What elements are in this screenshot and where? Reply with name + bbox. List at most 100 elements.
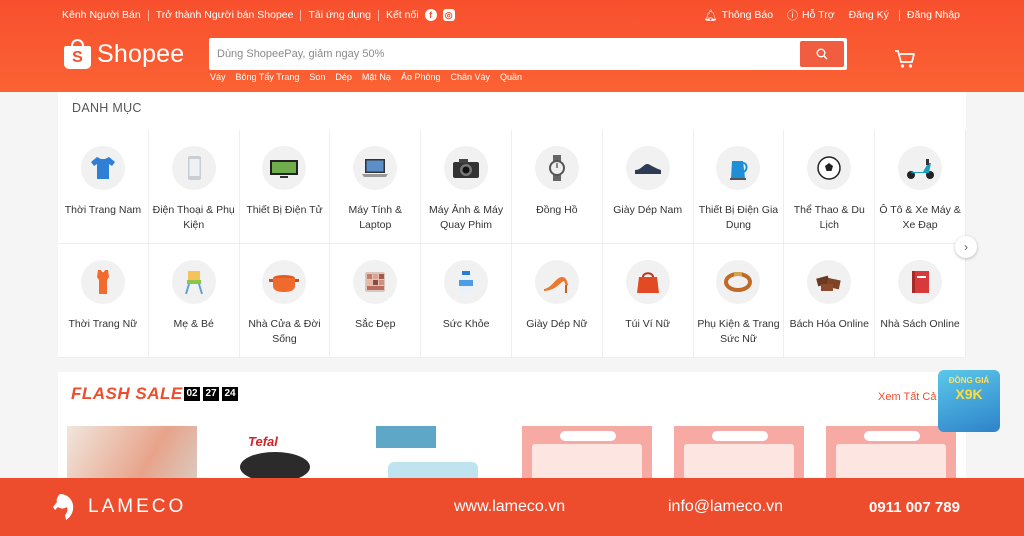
- category-item[interactable]: Giày Dép Nữ: [511, 244, 603, 358]
- help-link[interactable]: ⓘ Hỗ Trợ: [787, 7, 835, 23]
- categories-grid: Thời Trang Nam Điện Thoại & Phụ Kiện Thiết…: [58, 130, 966, 358]
- suggestion-link[interactable]: Váy: [210, 72, 226, 82]
- category-label: Túi Ví Nữ: [625, 318, 671, 330]
- heel-icon: [534, 260, 579, 304]
- lameco-banner: LAMECO www.lameco.vn info@lameco.vn 0911…: [0, 478, 1024, 536]
- see-all-label: Xem Tất Cả: [878, 391, 937, 403]
- notifications-label: Thông Báo: [721, 9, 774, 21]
- help-label: Hỗ Trợ: [802, 9, 835, 21]
- search-input[interactable]: [217, 38, 797, 70]
- pot-icon: [262, 260, 307, 304]
- category-item[interactable]: Nhà Cửa & Đời Sống: [239, 244, 331, 358]
- category-label: Đồng Hồ: [536, 204, 578, 216]
- category-item[interactable]: Sắc Đẹp: [330, 244, 422, 358]
- category-item[interactable]: Thiết Bị Điện Tử: [239, 130, 331, 244]
- kettle-icon: [716, 146, 761, 190]
- category-item[interactable]: Máy Ảnh & Máy Quay Phim: [421, 130, 512, 244]
- laptop-icon: [353, 146, 398, 190]
- flash-product-card[interactable]: [370, 426, 500, 482]
- category-item[interactable]: Điện Thoại & Phụ Kiện: [148, 130, 240, 244]
- mens-shoe-icon: [625, 146, 670, 190]
- bracelet-icon: [716, 260, 761, 304]
- seller-channel-link[interactable]: Kênh Người Bán: [62, 9, 141, 21]
- promo-badge[interactable]: ĐỒNG GIÁ X9K: [938, 370, 1000, 432]
- horse-logo-icon: [53, 494, 74, 520]
- suggestion-link[interactable]: Quần: [500, 72, 522, 82]
- tank-top-icon: [80, 260, 125, 304]
- suggestion-link[interactable]: Chân Váy: [450, 72, 490, 82]
- instagram-icon[interactable]: ◎: [442, 9, 455, 21]
- category-item[interactable]: Thể Thao & Du Lịch: [784, 130, 876, 244]
- see-all-link[interactable]: Xem Tất Cả ›: [878, 391, 943, 403]
- cart-icon[interactable]: [894, 49, 916, 69]
- suggestion-link[interactable]: Bông Tẩy Trang: [236, 72, 300, 82]
- facebook-icon[interactable]: f: [424, 9, 437, 21]
- category-label: Thời Trang Nữ: [68, 318, 138, 330]
- search-suggestions: Váy Bông Tẩy Trang Son Dép Mặt Nạ Áo Phô…: [210, 72, 532, 82]
- email-text: info@lameco.vn: [668, 498, 783, 515]
- next-arrow-button[interactable]: ›: [955, 236, 977, 258]
- shopee-header: Kênh Người Bán Trở thành Người bán Shope…: [0, 0, 1024, 92]
- suggestion-link[interactable]: Áo Phông: [401, 72, 441, 82]
- countdown-timer: 02 27 24: [184, 387, 241, 401]
- category-item[interactable]: Giày Dép Nam: [602, 130, 694, 244]
- flash-sale-section: FLASH SALE 02 27 24 Xem Tất Cả › Tefal: [58, 372, 966, 482]
- promo-badge-line2: X9K: [955, 386, 983, 402]
- eyeshadow-palette-icon: [353, 260, 398, 304]
- download-app-link[interactable]: Tải ứng dụng: [308, 9, 371, 21]
- timer-minutes: 27: [203, 387, 219, 401]
- category-label: Nhà Sách Online: [880, 318, 960, 330]
- camera-icon: [444, 146, 489, 190]
- notifications-link[interactable]: 🔔︎ Thông Báo: [704, 9, 773, 22]
- product-image: [836, 444, 946, 482]
- suggestion-link[interactable]: Dép: [335, 72, 352, 82]
- category-item[interactable]: Nhà Sách Online: [875, 244, 966, 358]
- category-item[interactable]: Thời Trang Nữ: [58, 244, 149, 358]
- book-icon: [898, 260, 943, 304]
- category-item[interactable]: Đồng Hồ: [511, 130, 603, 244]
- shopping-bag-icon: S: [64, 39, 91, 69]
- logo-text: Shopee: [97, 39, 185, 68]
- search-button[interactable]: [800, 41, 844, 67]
- flash-product-card[interactable]: [674, 426, 804, 482]
- register-link[interactable]: Đăng Ký: [849, 9, 889, 21]
- category-item[interactable]: Mẹ & Bé: [148, 244, 240, 358]
- divider: [377, 9, 379, 21]
- category-item[interactable]: Bách Hóa Online: [784, 244, 876, 358]
- become-seller-link[interactable]: Trở thành Người bán Shopee: [156, 9, 294, 21]
- tefal-brand-text: Tefal: [248, 434, 278, 449]
- timer-hours: 02: [184, 387, 200, 401]
- flash-product-card[interactable]: Tefal: [220, 426, 350, 482]
- category-item[interactable]: Máy Tính & Laptop: [330, 130, 422, 244]
- category-item[interactable]: Thiết Bị Điện Gia Dụng: [693, 130, 785, 244]
- chocolate-icon: [807, 260, 852, 304]
- divider: [898, 9, 900, 21]
- website-text: www.lameco.vn: [454, 498, 566, 515]
- flash-product-card[interactable]: [522, 426, 652, 482]
- category-label: Ô Tô & Xe Máy & Xe Đạp: [879, 204, 961, 231]
- phone-text: 0911 007 789: [869, 499, 960, 516]
- category-item[interactable]: Ô Tô & Xe Máy & Xe Đạp: [875, 130, 966, 244]
- category-item[interactable]: Túi Ví Nữ: [602, 244, 694, 358]
- login-link[interactable]: Đăng Nhập: [907, 9, 960, 21]
- suggestion-link[interactable]: Son: [309, 72, 325, 82]
- category-label: Thể Thao & Du Lịch: [793, 204, 865, 231]
- category-label: Phụ Kiện & Trang Sức Nữ: [697, 318, 780, 345]
- category-label: Bách Hóa Online: [789, 318, 869, 330]
- category-item[interactable]: Phụ Kiện & Trang Sức Nữ: [693, 244, 785, 358]
- category-label: Thiết Bị Điện Gia Dụng: [698, 204, 779, 231]
- category-item[interactable]: Sức Khỏe: [421, 244, 512, 358]
- connect-label: Kết nối: [385, 9, 419, 21]
- shopee-logo[interactable]: S Shopee: [64, 39, 184, 69]
- flash-product-card[interactable]: [67, 426, 197, 482]
- flash-product-card[interactable]: [826, 426, 956, 482]
- phone-icon: [171, 146, 216, 190]
- suggestion-link[interactable]: Mặt Nạ: [362, 72, 391, 82]
- category-item[interactable]: Thời Trang Nam: [58, 130, 149, 244]
- category-label: Máy Ảnh & Máy Quay Phim: [429, 204, 504, 231]
- category-label: Mẹ & Bé: [173, 318, 214, 330]
- football-icon: [807, 146, 852, 190]
- handbag-icon: [625, 260, 670, 304]
- search-bar: [209, 38, 847, 70]
- high-chair-icon: [171, 260, 216, 304]
